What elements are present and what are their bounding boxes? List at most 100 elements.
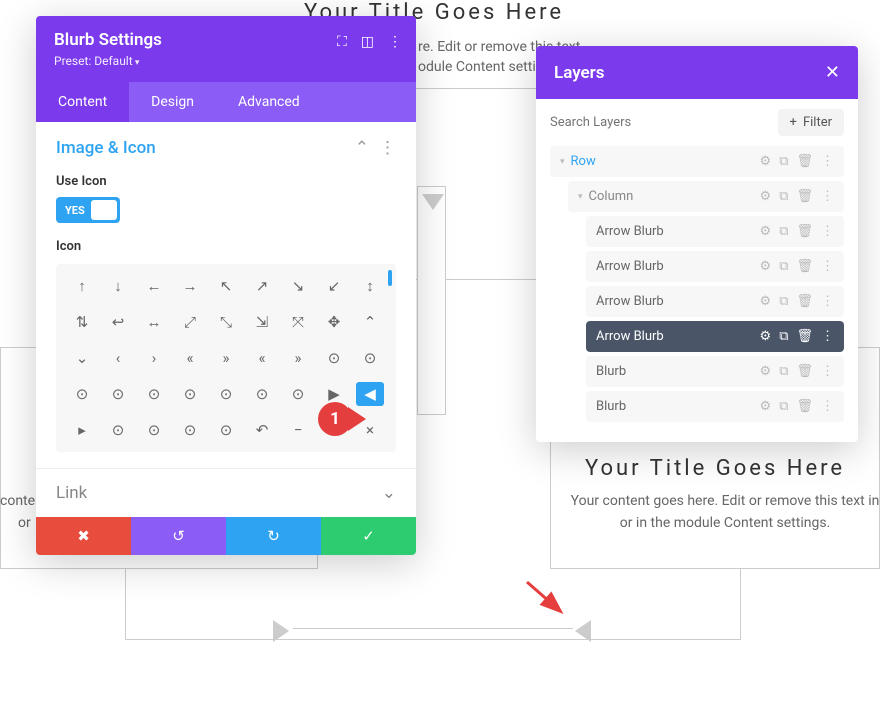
icon-option[interactable]: ▸: [68, 418, 96, 442]
icon-option[interactable]: ↖: [212, 274, 240, 298]
menu-icon[interactable]: ⋮: [821, 294, 834, 309]
duplicate-icon[interactable]: ⧉: [779, 364, 788, 379]
layer-item[interactable]: ▾Column⚙⧉🗑⋮: [568, 181, 844, 212]
icon-option[interactable]: ⤢: [176, 310, 204, 334]
duplicate-icon[interactable]: ⧉: [779, 294, 788, 309]
icon-option[interactable]: »: [212, 346, 240, 370]
duplicate-icon[interactable]: ⧉: [779, 189, 788, 204]
icon-option[interactable]: «: [248, 346, 276, 370]
trash-icon[interactable]: 🗑: [796, 364, 813, 379]
icon-option[interactable]: ⊙: [176, 418, 204, 442]
icon-option[interactable]: ↗: [248, 274, 276, 298]
columns-icon[interactable]: ◫: [361, 34, 374, 50]
trash-icon[interactable]: 🗑: [796, 329, 813, 344]
icon-option[interactable]: ⊙: [320, 346, 348, 370]
icon-option[interactable]: ↘: [284, 274, 312, 298]
menu-icon[interactable]: ⋮: [821, 364, 834, 379]
icon-option[interactable]: −: [284, 418, 312, 442]
icon-option[interactable]: ✥: [320, 310, 348, 334]
cancel-button[interactable]: ✖: [36, 517, 131, 555]
icon-option[interactable]: ⊙: [248, 382, 276, 406]
gear-icon[interactable]: ⚙: [760, 224, 772, 239]
icon-option[interactable]: ↓: [104, 274, 132, 298]
icon-option[interactable]: ↩: [104, 310, 132, 334]
caret-icon[interactable]: ▾: [560, 157, 565, 167]
menu-icon[interactable]: ⋮: [821, 259, 834, 274]
icon-option[interactable]: ⊙: [176, 382, 204, 406]
layer-item[interactable]: Arrow Blurb⚙⧉🗑⋮: [586, 216, 844, 247]
layer-item[interactable]: Blurb⚙⧉🗑⋮: [586, 356, 844, 387]
layer-item[interactable]: Arrow Blurb⚙⧉🗑⋮: [586, 321, 844, 352]
menu-icon[interactable]: ⋮: [821, 154, 834, 169]
icon-option[interactable]: ⊙: [284, 382, 312, 406]
icon-option[interactable]: ⊙: [68, 382, 96, 406]
tab-advanced[interactable]: Advanced: [216, 82, 322, 122]
gear-icon[interactable]: ⚙: [760, 399, 772, 414]
menu-icon[interactable]: ⋮: [821, 399, 834, 414]
section-menu-icon[interactable]: ⋮: [379, 138, 396, 158]
redo-button[interactable]: ↻: [226, 517, 321, 555]
gear-icon[interactable]: ⚙: [760, 329, 772, 344]
icon-option[interactable]: ↙: [320, 274, 348, 298]
menu-icon[interactable]: ⋮: [388, 34, 402, 50]
menu-icon[interactable]: ⋮: [821, 329, 834, 344]
undo-button[interactable]: ↺: [131, 517, 226, 555]
layer-item[interactable]: ▾Row⚙⧉🗑⋮: [550, 146, 844, 177]
layer-item[interactable]: Arrow Blurb⚙⧉🗑⋮: [586, 286, 844, 317]
icon-option[interactable]: ↕: [356, 274, 384, 298]
icon-option[interactable]: ⊙: [140, 418, 168, 442]
menu-icon[interactable]: ⋮: [821, 224, 834, 239]
tab-content[interactable]: Content: [36, 82, 129, 122]
section-link[interactable]: Link ⌄: [36, 468, 416, 517]
icon-option[interactable]: ↔: [140, 310, 168, 334]
menu-icon[interactable]: ⋮: [821, 189, 834, 204]
trash-icon[interactable]: 🗑: [796, 154, 813, 169]
section-header-image-icon[interactable]: Image & Icon ⌃ ⋮: [56, 138, 396, 158]
icon-option[interactable]: ⊙: [104, 418, 132, 442]
icon-option[interactable]: ↶: [248, 418, 276, 442]
gear-icon[interactable]: ⚙: [760, 189, 772, 204]
duplicate-icon[interactable]: ⧉: [779, 329, 788, 344]
search-input[interactable]: [550, 115, 770, 130]
trash-icon[interactable]: 🗑: [796, 294, 813, 309]
icon-option[interactable]: ⊙: [104, 382, 132, 406]
icon-option[interactable]: ←: [140, 274, 168, 298]
use-icon-toggle[interactable]: YES: [56, 197, 120, 223]
icon-option[interactable]: ‹: [104, 346, 132, 370]
filter-button[interactable]: + Filter: [778, 109, 844, 136]
gear-icon[interactable]: ⚙: [760, 364, 772, 379]
icon-option[interactable]: →: [176, 274, 204, 298]
expand-icon[interactable]: ⛶: [337, 34, 347, 50]
duplicate-icon[interactable]: ⧉: [779, 399, 788, 414]
icon-option[interactable]: ⌄: [68, 346, 96, 370]
icon-option[interactable]: »: [284, 346, 312, 370]
icon-option[interactable]: ⊙: [212, 382, 240, 406]
chevron-up-icon[interactable]: ⌃: [355, 138, 369, 158]
trash-icon[interactable]: 🗑: [796, 224, 813, 239]
duplicate-icon[interactable]: ⧉: [779, 259, 788, 274]
tab-design[interactable]: Design: [129, 82, 216, 122]
icon-option[interactable]: ⊙: [212, 418, 240, 442]
trash-icon[interactable]: 🗑: [796, 399, 813, 414]
icon-option[interactable]: ⇅: [68, 310, 96, 334]
close-icon[interactable]: ✕: [825, 62, 840, 83]
icon-option[interactable]: «: [176, 346, 204, 370]
layer-item[interactable]: Blurb⚙⧉🗑⋮: [586, 391, 844, 422]
trash-icon[interactable]: 🗑: [796, 189, 813, 204]
icon-scrollbar[interactable]: [388, 270, 392, 286]
icon-option[interactable]: ↑: [68, 274, 96, 298]
duplicate-icon[interactable]: ⧉: [779, 224, 788, 239]
icon-option[interactable]: ›: [140, 346, 168, 370]
gear-icon[interactable]: ⚙: [760, 259, 772, 274]
save-button[interactable]: ✓: [321, 517, 416, 555]
caret-icon[interactable]: ▾: [578, 192, 583, 202]
duplicate-icon[interactable]: ⧉: [779, 154, 788, 169]
layer-item[interactable]: Arrow Blurb⚙⧉🗑⋮: [586, 251, 844, 282]
icon-option[interactable]: ⌃: [356, 310, 384, 334]
icon-option[interactable]: ⊙: [356, 346, 384, 370]
icon-option[interactable]: ⤧: [284, 310, 312, 334]
trash-icon[interactable]: 🗑: [796, 259, 813, 274]
settings-preset[interactable]: Preset: Default: [54, 54, 398, 68]
icon-option[interactable]: ⊙: [140, 382, 168, 406]
gear-icon[interactable]: ⚙: [760, 294, 772, 309]
